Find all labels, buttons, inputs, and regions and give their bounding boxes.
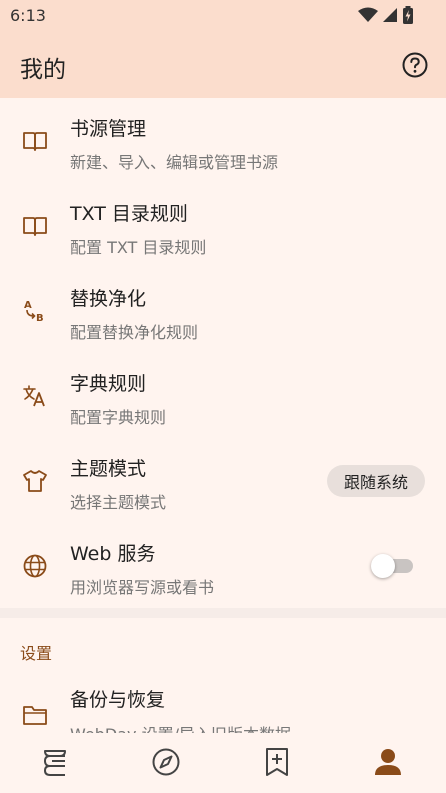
bottom-navigation — [0, 733, 446, 793]
book-open-icon — [23, 217, 47, 236]
row-subtitle: 配置字典规则 — [70, 408, 167, 427]
section-divider — [0, 608, 446, 618]
toggle-thumb — [371, 554, 395, 578]
row-title: 替换净化 — [70, 288, 147, 310]
status-icons — [358, 6, 414, 24]
nav-rss-bookmark[interactable] — [222, 733, 333, 793]
my-nav-icon — [375, 749, 401, 775]
row-book-source[interactable]: 书源管理 新建、导入、编辑或管理书源 — [0, 98, 446, 183]
book-open-icon — [23, 132, 47, 151]
row-title: 主题模式 — [70, 458, 147, 480]
row-subtitle: 用浏览器写源或看书 — [70, 578, 215, 597]
row-subtitle: 配置 TXT 目录规则 — [70, 238, 207, 257]
row-txt-toc-rule[interactable]: TXT 目录规则 配置 TXT 目录规则 — [0, 183, 446, 268]
theme-mode-value-chip[interactable]: 跟随系统 — [327, 465, 425, 497]
discover-nav-icon — [152, 748, 180, 776]
row-subtitle: 配置替换净化规则 — [70, 323, 199, 342]
nav-my[interactable] — [333, 733, 444, 793]
bookshelf-nav-icon — [43, 750, 66, 776]
row-subtitle: 新建、导入、编辑或管理书源 — [70, 153, 279, 172]
row-dict-rule[interactable]: 字典规则 配置字典规则 — [0, 353, 446, 438]
row-subtitle: 选择主题模式 — [70, 493, 167, 512]
svg-text:A: A — [24, 300, 32, 311]
globe-icon — [23, 554, 47, 578]
row-web-service[interactable]: Web 服务 用浏览器写源或看书 — [0, 523, 446, 608]
shirt-icon — [23, 470, 47, 492]
status-bar: 6:13 — [0, 0, 446, 32]
row-title: TXT 目录规则 — [70, 203, 188, 225]
folder-icon — [23, 706, 47, 725]
svg-text:B: B — [36, 313, 44, 324]
wifi-icon — [358, 7, 378, 22]
row-title: Web 服务 — [70, 543, 156, 565]
row-title: 备份与恢复 — [70, 689, 166, 711]
replace-ab-icon: A B — [24, 300, 44, 324]
row-replace-rule[interactable]: A B 替换净化 配置替换净化规则 — [0, 268, 446, 353]
row-backup-restore[interactable]: 备份与恢复 WebDav 设置/导入旧版本数据 — [0, 675, 446, 733]
nav-bookshelf[interactable] — [0, 733, 111, 793]
signal-icon — [383, 8, 397, 22]
settings-section: 设置 备份与恢复 WebDav 设置/导入旧版本数据 — [0, 618, 446, 733]
row-title: 书源管理 — [70, 118, 147, 140]
web-service-toggle[interactable] — [371, 553, 415, 579]
battery-icon — [403, 6, 413, 24]
section-header: 设置 — [20, 644, 53, 663]
help-icon[interactable] — [402, 52, 428, 78]
translate-icon — [23, 385, 45, 407]
row-title: 字典规则 — [70, 373, 147, 395]
rss-bookmark-nav-icon — [266, 748, 288, 776]
row-theme-mode[interactable]: 主题模式 选择主题模式 跟随系统 — [0, 438, 446, 523]
settings-list: 书源管理 新建、导入、编辑或管理书源 TXT 目录规则 配置 TXT 目录规则 … — [0, 98, 446, 608]
app-bar: 我的 — [0, 32, 446, 98]
row-subtitle: WebDav 设置/导入旧版本数据 — [70, 721, 291, 733]
status-time: 6:13 — [10, 6, 46, 25]
nav-discover[interactable] — [111, 733, 222, 793]
page-title: 我的 — [20, 57, 66, 83]
